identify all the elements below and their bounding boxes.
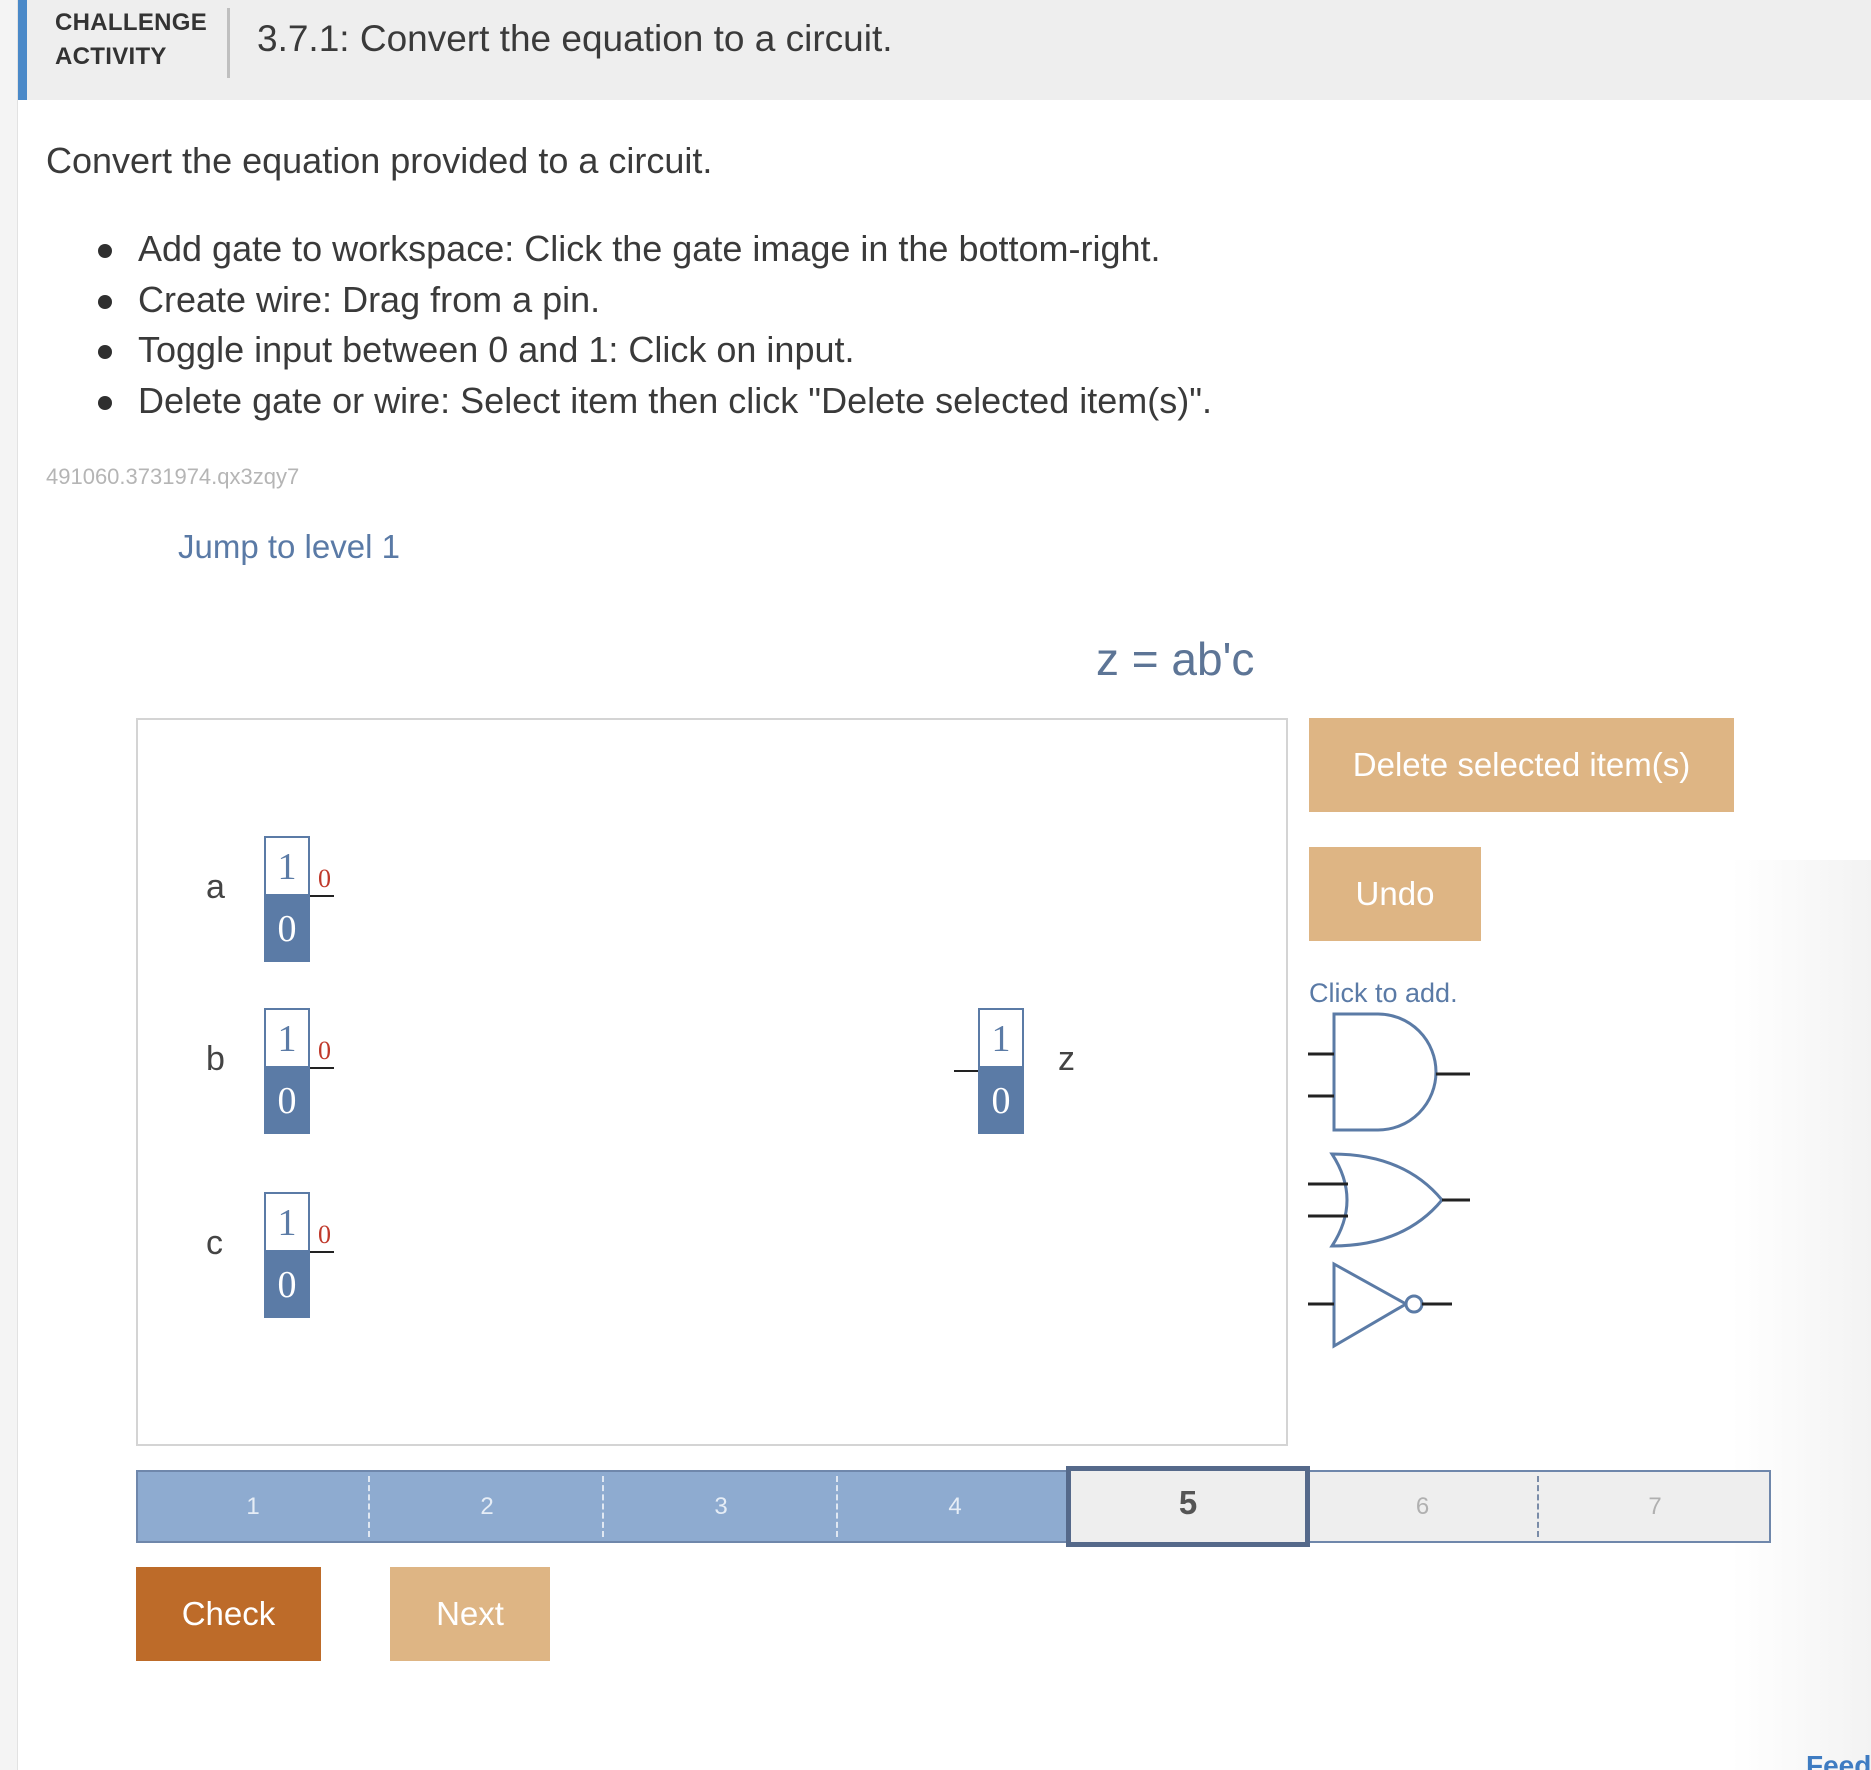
level-separator (368, 1476, 370, 1537)
instruction-list: Add gate to workspace: Click the gate im… (96, 224, 1212, 426)
undo-button[interactable]: Undo (1309, 847, 1481, 941)
toggle-value-0: 0 (264, 896, 310, 962)
feedback-link[interactable]: Feed (1806, 1750, 1871, 1770)
level-3[interactable]: 3 (604, 1470, 838, 1543)
instruction-text: Delete gate or wire: Select item then cl… (138, 379, 1212, 421)
output-label-z: z (1058, 1040, 1075, 1078)
activity-type-line1: CHALLENGE (55, 9, 208, 36)
input-pin-z[interactable] (954, 1070, 978, 1072)
instruction-item: Create wire: Drag from a pin. (96, 275, 1212, 326)
bullet-icon (98, 345, 112, 359)
toggle-value-0: 0 (264, 1252, 310, 1318)
input-toggle-b[interactable]: 1 0 (264, 1008, 310, 1134)
pin-value-b: 0 (318, 1036, 331, 1065)
toggle-value-1: 1 (264, 836, 310, 896)
click-to-add-hint: Click to add. (1309, 978, 1458, 1008)
instruction-item: Toggle input between 0 and 1: Click on i… (96, 325, 1212, 376)
activity-title: 3.7.1: Convert the equation to a circuit… (257, 18, 893, 59)
header-divider (227, 8, 230, 78)
instruction-item: Delete gate or wire: Select item then cl… (96, 376, 1212, 427)
instruction-item: Add gate to workspace: Click the gate im… (96, 224, 1212, 275)
output-display-z: 1 0 (978, 1008, 1024, 1134)
and-gate-icon[interactable] (1308, 1010, 1472, 1142)
target-equation: z = ab'c (1096, 633, 1255, 685)
instructions-intro: Convert the equation provided to a circu… (46, 140, 713, 181)
toggle-value-1: 1 (264, 1008, 310, 1068)
activity-type-line2: ACTIVITY (55, 43, 167, 70)
pin-value-c: 0 (318, 1220, 331, 1249)
output-pin-c[interactable] (310, 1251, 334, 1253)
or-gate-icon[interactable] (1308, 1150, 1472, 1254)
level-progress-bar: 1 2 3 4 6 7 5 (136, 1466, 1771, 1547)
level-separator (1537, 1476, 1539, 1537)
right-edge-shadow (1731, 860, 1871, 1770)
activity-id: 491060.3731974.qx3zqy7 (46, 464, 300, 489)
pin-value-a: 0 (318, 864, 331, 893)
level-6[interactable]: 6 (1306, 1470, 1539, 1543)
level-5-current[interactable]: 5 (1066, 1466, 1310, 1547)
level-2[interactable]: 2 (370, 1470, 604, 1543)
output-pin-a[interactable] (310, 895, 334, 897)
next-button[interactable]: Next (390, 1567, 550, 1661)
bullet-icon (98, 294, 112, 309)
input-label-c: c (206, 1224, 223, 1262)
input-toggle-c[interactable]: 1 0 (264, 1192, 310, 1318)
level-4[interactable]: 4 (838, 1470, 1072, 1543)
instruction-text: Toggle input between 0 and 1: Click on i… (138, 329, 855, 370)
check-button[interactable]: Check (136, 1567, 321, 1661)
level-1[interactable]: 1 (136, 1470, 370, 1543)
circuit-workspace[interactable]: a 1 0 0 b 1 0 0 c 1 0 0 1 0 z (136, 718, 1288, 1446)
activity-type-label: CHALLENGE ACTIVITY (55, 6, 207, 74)
jump-to-level-link[interactable]: Jump to level 1 (178, 528, 400, 566)
instruction-text: Create wire: Drag from a pin. (138, 278, 601, 320)
output-pin-b[interactable] (310, 1067, 334, 1069)
page-left-border (0, 0, 18, 1770)
level-separator (836, 1476, 838, 1537)
toggle-value-0: 0 (264, 1068, 310, 1134)
delete-selected-button[interactable]: Delete selected item(s) (1309, 718, 1734, 812)
input-toggle-a[interactable]: 1 0 (264, 836, 310, 962)
activity-header: CHALLENGE ACTIVITY 3.7.1: Convert the eq… (18, 0, 1871, 100)
level-7[interactable]: 7 (1539, 1470, 1771, 1543)
bullet-icon (98, 244, 112, 258)
toggle-value-1: 1 (264, 1192, 310, 1252)
instruction-text: Add gate to workspace: Click the gate im… (138, 228, 1161, 269)
output-value-0: 0 (978, 1068, 1024, 1134)
level-separator (602, 1476, 604, 1537)
input-label-b: b (206, 1040, 225, 1078)
input-label-a: a (206, 868, 225, 906)
output-value-1: 1 (978, 1008, 1024, 1068)
not-gate-icon[interactable] (1308, 1260, 1454, 1350)
bullet-icon (98, 395, 112, 410)
